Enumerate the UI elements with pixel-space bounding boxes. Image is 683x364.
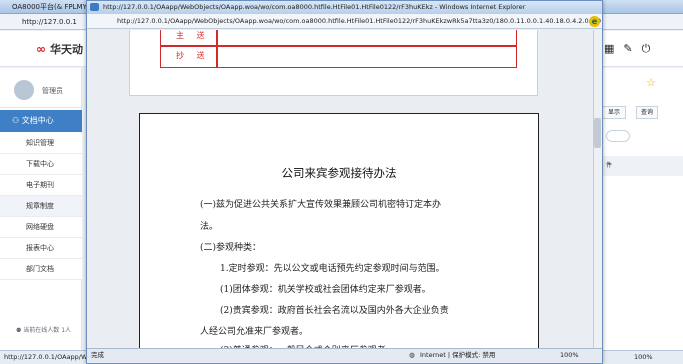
paragraph: 人经公司允准来厂参观者。 [200,327,309,337]
avatar[interactable] [14,80,34,100]
paragraph: (二)参观种类： [200,243,262,253]
background-status-url: http://127.0.0.1/OAapp/We [4,353,92,361]
sidebar-item-knowledge[interactable]: 知识管理 [0,133,82,154]
popup-title: http://127.0.0.1/OAapp/WebObjects/OAapp.… [87,1,602,14]
online-count: ⚉ 当前在线人数 1人 [16,325,71,334]
sidebar-item-reports[interactable]: 报表中心 [0,238,82,259]
sidebar-item-downloads[interactable]: 下载中心 [0,154,82,175]
user-panel [0,70,82,108]
ie-window-icon [90,3,99,11]
red-table-divider [160,45,517,47]
paragraph: (一)兹为促进公共关系扩大宣传效果兼顾公司机密特订定本办 [200,200,442,210]
shirt-icon[interactable]: ✎ [623,42,641,55]
document-page [139,113,539,353]
red-header-table [160,30,517,68]
filter-toggle[interactable] [606,130,630,142]
sidebar-item-journal[interactable]: 电子期刊 [0,175,82,196]
popup-status-text: 完成 [91,351,104,359]
paragraph: 法。 [200,222,219,232]
user-icon: ⚇ [12,116,22,125]
sidebar-item-netdisk[interactable]: 网络硬盘 [0,217,82,238]
logo-text: 华天动 [50,43,83,56]
display-button[interactable]: 显示 [602,106,626,119]
ie-logo-icon: e [589,16,600,27]
paragraph: (1)团体参观：机关学校或社会团体约定来厂参观者。 [220,285,431,295]
table-header-cell: 件 [600,156,683,176]
popup-address-bar[interactable]: http://127.0.0.1/OAapp/WebObjects/OAapp.… [87,14,602,29]
red-cc-label: 抄 送 [176,51,210,60]
logo: ∞ 华天动 [36,41,83,57]
sidebar-section-label: 文档中心 [21,116,54,125]
header-icons[interactable]: ▦✎⏻ [604,42,659,56]
popup-zoom[interactable]: 100% [560,349,579,362]
query-button[interactable]: 查询 [636,106,658,119]
security-zone[interactable]: Internet | 保护模式: 禁用 [420,349,495,362]
logo-icon: ∞ [36,42,46,56]
sidebar-item-regulations[interactable]: 规章制度 [0,196,82,217]
user-name: 管理员 [42,87,63,95]
sidebar-section-doc-center[interactable]: ⚇ 文档中心 [0,110,82,132]
popup-status-bar: 完成 ◍ Internet | 保护模式: 禁用 100% [87,348,602,362]
power-icon[interactable]: ⏻ [642,42,660,55]
background-zoom[interactable]: 100% [634,351,653,364]
paragraph: (2)贵宾参观：政府首长社会名流以及国内外各大企业负责 [220,306,449,316]
grid-icon[interactable]: ▦ [604,42,623,55]
vertical-scrollbar[interactable] [593,30,602,348]
red-table-column-divider [216,30,218,68]
online-count-text: 当前在线人数 1人 [23,327,72,334]
scrollbar-thumb[interactable] [594,118,601,148]
globe-icon: ◍ [409,351,415,359]
sidebar-item-dept-docs[interactable]: 部门文档 [0,259,82,280]
star-icon[interactable]: ☆ [646,76,656,89]
paragraph: 1.定时参观：先以公文或电话预先约定参观时间与范围。 [220,264,445,274]
red-top-label: 主 送 [176,31,210,40]
document-title: 公司来宾参观接待办法 [281,166,397,180]
